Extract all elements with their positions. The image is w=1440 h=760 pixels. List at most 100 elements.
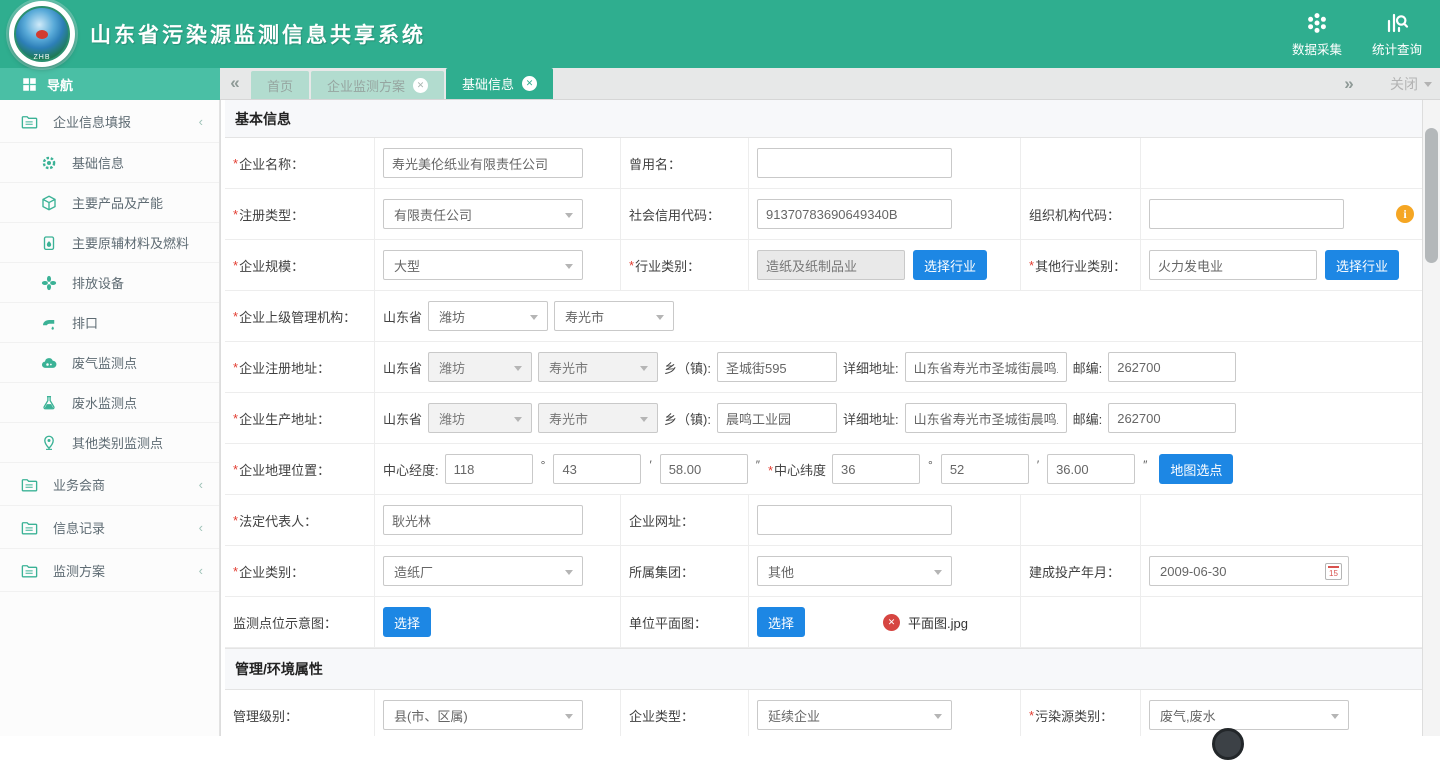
reg-city-select[interactable]: 潍坊 bbox=[428, 352, 532, 382]
latitude-label: *中心纬度 bbox=[768, 460, 826, 479]
latitude-min-input[interactable] bbox=[941, 454, 1029, 484]
tabs-scroll-left-icon[interactable] bbox=[220, 67, 250, 99]
tabs-scroll-right-icon[interactable] bbox=[1334, 68, 1364, 100]
sidebar-item-monitor-plan[interactable]: 监测方案 bbox=[0, 549, 219, 592]
scrollbar-thumb[interactable] bbox=[1425, 128, 1438, 263]
group-select[interactable]: 其他 bbox=[757, 556, 952, 586]
org-code-label: 组织机构代码： bbox=[1021, 189, 1141, 239]
form-row: *企业地理位置： 中心经度: ° ′ ″ *中心纬度 ° ′ ″ 地图选点 bbox=[225, 444, 1422, 495]
former-name-input[interactable] bbox=[757, 148, 952, 178]
folder-icon bbox=[20, 475, 39, 494]
industry-label: *行业类别： bbox=[621, 240, 749, 290]
file-name: 平面图.jpg bbox=[908, 613, 968, 632]
register-type-select[interactable]: 有限责任公司 bbox=[383, 199, 583, 229]
chevron-left-icon bbox=[199, 114, 203, 129]
sketch-label: 监测点位示意图： bbox=[225, 597, 375, 647]
scale-select[interactable]: 大型 bbox=[383, 250, 583, 280]
longitude-sec-input[interactable] bbox=[660, 454, 748, 484]
close-menu-button[interactable]: 关闭 bbox=[1390, 74, 1432, 94]
latitude-deg-input[interactable] bbox=[832, 454, 920, 484]
prod-detail-input[interactable] bbox=[905, 403, 1067, 433]
company-name-input[interactable] bbox=[383, 148, 583, 178]
built-date-input[interactable]: 2009-06-30 bbox=[1149, 556, 1349, 586]
faucet-icon bbox=[40, 314, 58, 332]
sidebar-item-products-capacity[interactable]: 主要产品及产能 bbox=[0, 183, 219, 223]
reg-town-input[interactable] bbox=[717, 352, 837, 382]
industry-input[interactable] bbox=[757, 250, 905, 280]
longitude-deg-input[interactable] bbox=[445, 454, 533, 484]
credit-code-input[interactable] bbox=[757, 199, 952, 229]
vertical-scrollbar[interactable] bbox=[1422, 100, 1440, 736]
tab-close-icon[interactable] bbox=[522, 76, 537, 91]
pollution-category-label: *污染源类别： bbox=[1021, 690, 1141, 736]
chevron-down-icon bbox=[1424, 82, 1432, 87]
town-label: 乡（镇): bbox=[664, 358, 711, 377]
sidebar: 企业信息填报 基础信息 主要产品及产能 主要原辅材料及燃料 bbox=[0, 100, 220, 736]
floating-circle-button[interactable] bbox=[1212, 728, 1244, 760]
sidebar-item-emission-equipment[interactable]: 排放设备 bbox=[0, 263, 219, 303]
delete-file-icon[interactable] bbox=[883, 614, 900, 631]
reg-detail-input[interactable] bbox=[905, 352, 1067, 382]
prod-town-input[interactable] bbox=[717, 403, 837, 433]
form-row: *注册类型： 有限责任公司 社会信用代码： 组织机构代码： bbox=[225, 189, 1422, 240]
data-collection-button[interactable]: 数据采集 bbox=[1292, 11, 1342, 58]
website-input[interactable] bbox=[757, 505, 952, 535]
sidebar-item-basic-info[interactable]: 基础信息 bbox=[0, 143, 219, 183]
calendar-icon[interactable] bbox=[1325, 563, 1342, 580]
prod-city-select[interactable]: 潍坊 bbox=[428, 403, 532, 433]
enterprise-type-select[interactable]: 延续企业 bbox=[757, 700, 952, 730]
sketch-select-button[interactable]: 选择 bbox=[383, 607, 431, 637]
map-pick-button[interactable]: 地图选点 bbox=[1159, 454, 1233, 484]
longitude-label: 中心经度: bbox=[383, 460, 439, 479]
latitude-sec-input[interactable] bbox=[1047, 454, 1135, 484]
select-other-industry-button[interactable]: 选择行业 bbox=[1325, 250, 1399, 280]
built-date-label: 建成投产年月： bbox=[1021, 546, 1141, 596]
app-logo-icon: ZHB bbox=[9, 1, 75, 67]
form-row: *企业类别： 造纸厂 所属集团： 其他 建成投产年月： 2009-06-30 bbox=[225, 546, 1422, 597]
form-row: *企业规模： 大型 *行业类别： 选择行业 *其他行业类别： 选择行业 bbox=[225, 240, 1422, 291]
parent-org-city-select[interactable]: 潍坊 bbox=[428, 301, 548, 331]
parent-org-county-select[interactable]: 寿光市 bbox=[554, 301, 674, 331]
geo-location-label: *企业地理位置： bbox=[225, 444, 375, 494]
stats-query-button[interactable]: 统计查询 bbox=[1372, 11, 1422, 58]
info-icon[interactable] bbox=[1396, 205, 1414, 223]
pollution-category-select[interactable]: 废气,废水 bbox=[1149, 700, 1349, 730]
tab-basic-info[interactable]: 基础信息 bbox=[446, 68, 553, 99]
category-select[interactable]: 造纸厂 bbox=[383, 556, 583, 586]
plan-select-button[interactable]: 选择 bbox=[757, 607, 805, 637]
sidebar-item-waste-gas-points[interactable]: 废气监测点 bbox=[0, 343, 219, 383]
sidebar-item-waste-water-points[interactable]: 废水监测点 bbox=[0, 383, 219, 423]
chevron-left-icon bbox=[199, 563, 203, 578]
other-industry-input[interactable] bbox=[1149, 250, 1317, 280]
select-industry-button[interactable]: 选择行业 bbox=[913, 250, 987, 280]
cube-icon bbox=[40, 194, 58, 212]
longitude-min-input[interactable] bbox=[553, 454, 641, 484]
tab-close-icon[interactable] bbox=[413, 78, 428, 93]
sidebar-item-other-monitor-points[interactable]: 其他类别监测点 bbox=[0, 423, 219, 463]
org-code-input[interactable] bbox=[1149, 199, 1344, 229]
website-label: 企业网址： bbox=[621, 495, 749, 545]
category-label: *企业类别： bbox=[225, 546, 375, 596]
sidebar-item-business-consult[interactable]: 业务会商 bbox=[0, 463, 219, 506]
sidebar-item-info-records[interactable]: 信息记录 bbox=[0, 506, 219, 549]
folder-icon bbox=[20, 518, 39, 537]
fan-icon bbox=[40, 274, 58, 292]
tab-home[interactable]: 首页 bbox=[251, 71, 309, 99]
sidebar-item-raw-materials-fuel[interactable]: 主要原辅材料及燃料 bbox=[0, 223, 219, 263]
province-label: 山东省 bbox=[383, 358, 422, 377]
location-pin-icon bbox=[40, 434, 58, 452]
plan-image-label: 单位平面图： bbox=[621, 597, 749, 647]
legal-person-input[interactable] bbox=[383, 505, 583, 535]
reg-zip-input[interactable] bbox=[1108, 352, 1236, 382]
prod-zip-input[interactable] bbox=[1108, 403, 1236, 433]
chevron-left-icon bbox=[199, 477, 203, 492]
folder-icon bbox=[20, 561, 39, 580]
other-industry-label: *其他行业类别： bbox=[1021, 240, 1141, 290]
sidebar-item-enterprise-info[interactable]: 企业信息填报 bbox=[0, 100, 219, 143]
sidebar-item-outlet[interactable]: 排口 bbox=[0, 303, 219, 343]
prod-county-select[interactable]: 寿光市 bbox=[538, 403, 658, 433]
group-label: 所属集团： bbox=[621, 546, 749, 596]
tab-enterprise-plan[interactable]: 企业监测方案 bbox=[311, 71, 444, 99]
reg-county-select[interactable]: 寿光市 bbox=[538, 352, 658, 382]
mgmt-level-select[interactable]: 县(市、区属) bbox=[383, 700, 583, 730]
